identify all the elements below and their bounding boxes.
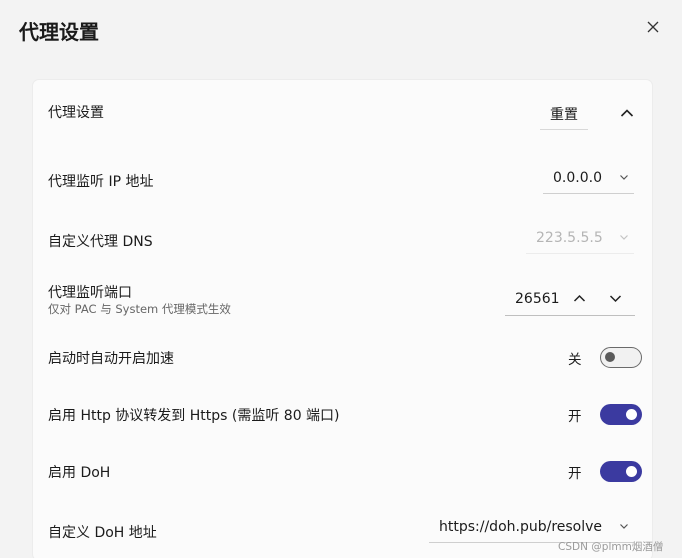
custom-doh-value: https://doh.pub/resolve [439,518,603,535]
chevron-down-icon [620,524,628,529]
custom-dns-label: 自定义代理 DNS [48,234,153,250]
close-icon [647,21,659,33]
listen-port-label: 代理监听端口 [48,285,132,301]
chevron-down-icon [620,175,628,180]
listen-ip-label: 代理监听 IP 地址 [48,174,154,190]
chevron-down-icon [609,295,621,303]
doh-toggle-wrap: 开 [568,461,642,482]
listen-port-sublabel: 仅对 PAC 与 System 代理模式生效 [48,302,231,316]
custom-dns-value: 223.5.5.5 [536,229,603,246]
http-forward-toggle-wrap: 开 [568,404,642,425]
listen-port-value: 26561 [515,290,560,307]
doh-toggle[interactable] [600,461,642,482]
section-title: 代理设置 [48,105,104,121]
reset-button[interactable]: 重置 [540,98,588,130]
chevron-down-icon [620,235,628,240]
listen-ip-row: 代理监听 IP 地址 0.0.0.0 [33,162,652,198]
custom-dns-row: 自定义代理 DNS 223.5.5.5 [33,222,652,258]
custom-dns-select: 223.5.5.5 [526,222,634,254]
doh-row: 启用 DoH 开 [33,459,652,485]
section-header: 代理设置 重置 [33,80,652,144]
decrement-button[interactable] [597,284,633,314]
close-button[interactable] [640,14,666,40]
custom-doh-label: 自定义 DoH 地址 [48,525,157,541]
doh-label: 启用 DoH [48,465,111,481]
listen-port-stepper[interactable]: 26561 [505,282,635,316]
auto-start-label: 启动时自动开启加速 [48,351,174,367]
dialog-title: 代理设置 [19,20,99,44]
auto-start-state: 关 [568,351,582,368]
http-forward-toggle[interactable] [600,404,642,425]
http-forward-row: 启用 Http 协议转发到 Https (需监听 80 端口) 开 [33,402,652,428]
chevron-up-icon [573,294,585,302]
auto-start-toggle-wrap: 关 [568,347,642,368]
http-forward-state: 开 [568,408,582,425]
listen-ip-value: 0.0.0.0 [553,169,602,186]
listen-port-row: 代理监听端口 仅对 PAC 与 System 代理模式生效 26561 [33,280,652,320]
increment-button[interactable] [561,284,597,314]
auto-start-row: 启动时自动开启加速 关 [33,345,652,371]
doh-state: 开 [568,465,582,482]
collapse-button[interactable] [616,102,638,124]
watermark: CSDN @plmm烟酒僧 [558,541,664,553]
chevron-up-icon [620,109,634,117]
http-forward-label: 启用 Http 协议转发到 Https (需监听 80 端口) [48,408,340,424]
auto-start-toggle[interactable] [600,347,642,368]
listen-ip-select[interactable]: 0.0.0.0 [543,162,634,194]
